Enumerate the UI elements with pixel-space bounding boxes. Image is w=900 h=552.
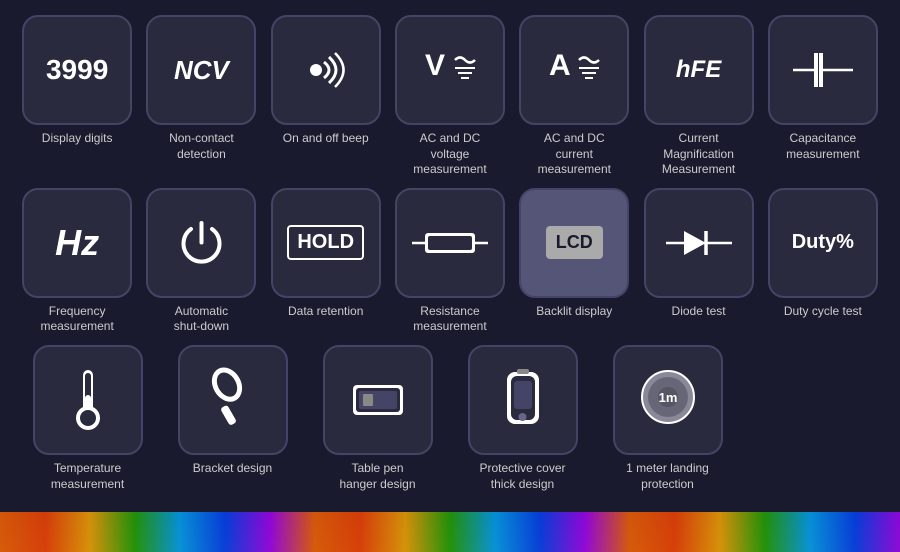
item-temperature: Temperaturemeasurement [20, 345, 155, 492]
meter-landing-icon-box: 1m [613, 345, 723, 455]
beep-icon-box [271, 15, 381, 125]
row-1: 3999 Display digits NCV Non-contactdetec… [20, 15, 880, 178]
item-ncv: NCV Non-contactdetection [144, 15, 258, 178]
item-table-pen: Table penhanger design [310, 345, 445, 492]
meter-landing-label: 1 meter landingprotection [626, 461, 709, 492]
data-retention-icon-box: HOLD [271, 188, 381, 298]
ac-dc-voltage-icon-box: V [395, 15, 505, 125]
auto-shutdown-icon-box [146, 188, 256, 298]
temperature-icon-box [33, 345, 143, 455]
table-pen-icon-box [323, 345, 433, 455]
current-mag-label: Current MagnificationMeasurement [644, 131, 754, 178]
resistance-label: Resistancemeasurement [413, 304, 486, 335]
bottom-bar [0, 512, 900, 552]
current-icon: A [544, 40, 604, 100]
ncv-label: Non-contactdetection [169, 131, 234, 162]
frequency-label: Frequencymeasurement [40, 304, 113, 335]
display-digits-icon: 3999 [46, 54, 108, 86]
data-retention-label: Data retention [288, 304, 363, 320]
beep-label: On and off beep [283, 131, 369, 147]
ac-dc-voltage-label: AC and DCvoltagemeasurement [413, 131, 486, 178]
item-data-retention: HOLD Data retention [269, 188, 383, 335]
auto-shutdown-label: Automaticshut-down [174, 304, 229, 335]
item-ac-dc-current: A AC and DCcurrentmeasurement [517, 15, 631, 178]
item-current-mag: hFE Current MagnificationMeasurement [641, 15, 755, 178]
capacitance-label: Capacitancemeasurement [786, 131, 859, 162]
capacitance-icon-box [768, 15, 878, 125]
item-auto-shutdown: Automaticshut-down [144, 188, 258, 335]
current-mag-icon-box: hFE [644, 15, 754, 125]
table-pen-icon [343, 370, 413, 430]
bracket-label: Bracket design [193, 461, 272, 477]
protective-cover-icon-box [468, 345, 578, 455]
row-3: Temperaturemeasurement Bracket design [20, 345, 880, 492]
svg-text:1m: 1m [658, 390, 677, 405]
ac-dc-current-label: AC and DCcurrentmeasurement [538, 131, 611, 178]
resistance-icon-box [395, 188, 505, 298]
voltage-icon: V [420, 40, 480, 100]
item-meter-landing: 1m 1 meter landingprotection [600, 345, 735, 492]
display-digits-label: Display digits [42, 131, 113, 147]
frequency-icon: Hz [55, 222, 99, 264]
bottom-colorful-bar [0, 512, 900, 552]
diode-icon [664, 223, 734, 263]
main-container: 3999 Display digits NCV Non-contactdetec… [0, 0, 900, 512]
item-resistance: Resistancemeasurement [393, 188, 507, 335]
protective-cover-icon [495, 367, 550, 432]
capacitance-icon [788, 45, 858, 95]
item-protective-cover: Protective coverthick design [455, 345, 590, 492]
item-capacitance: Capacitancemeasurement [766, 15, 880, 178]
item-ac-dc-voltage: V AC and DCvoltagemeasurement [393, 15, 507, 178]
duty-cycle-label: Duty cycle test [784, 304, 862, 320]
svg-text:A: A [549, 49, 571, 82]
item-diode: Diode test [641, 188, 755, 335]
item-backlit: LCD Backlit display [517, 188, 631, 335]
ncv-icon-box: NCV [146, 15, 256, 125]
item-frequency: Hz Frequencymeasurement [20, 188, 134, 335]
lcd-icon: LCD [546, 226, 603, 259]
duty-cycle-icon-box: Duty% [768, 188, 878, 298]
item-bracket: Bracket design [165, 345, 300, 492]
table-pen-label: Table penhanger design [339, 461, 415, 492]
diode-label: Diode test [672, 304, 726, 320]
resistance-icon [410, 228, 490, 258]
bracket-design-icon [203, 365, 263, 435]
power-icon [174, 215, 229, 270]
ac-dc-current-icon-box: A [519, 15, 629, 125]
diode-icon-box [644, 188, 754, 298]
display-digits-icon-box: 3999 [22, 15, 132, 125]
item-duty-cycle: Duty% Duty cycle test [766, 188, 880, 335]
empty-1 [745, 345, 880, 492]
backlit-label: Backlit display [536, 304, 612, 320]
duty-icon: Duty% [792, 231, 854, 254]
item-beep: On and off beep [269, 15, 383, 178]
svg-text:V: V [425, 49, 445, 82]
ncv-icon: NCV [174, 55, 229, 86]
beep-icon [296, 40, 356, 100]
meter-landing-icon: 1m [638, 367, 698, 432]
thermometer-icon [63, 365, 113, 435]
hold-icon: HOLD [287, 225, 364, 260]
hfe-icon: hFE [676, 56, 721, 84]
backlit-icon-box: LCD [519, 188, 629, 298]
item-display-digits: 3999 Display digits [20, 15, 134, 178]
row-2: Hz Frequencymeasurement Automaticshut-do… [20, 188, 880, 335]
temperature-label: Temperaturemeasurement [51, 461, 124, 492]
bracket-icon-box [178, 345, 288, 455]
protective-cover-label: Protective coverthick design [479, 461, 565, 492]
frequency-icon-box: Hz [22, 188, 132, 298]
